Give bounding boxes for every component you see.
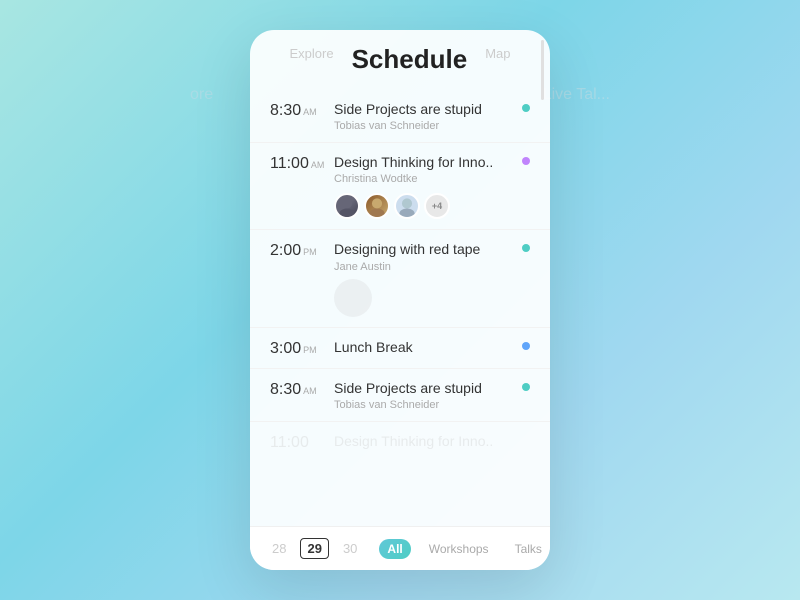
time-ampm: AM bbox=[303, 386, 317, 396]
swipe-affordance bbox=[334, 279, 372, 317]
schedule-item[interactable]: 8:30AM Side Projects are stupid Tobias v… bbox=[250, 369, 550, 422]
date-tab-30[interactable]: 30 bbox=[337, 539, 363, 558]
time-hour: 2:00 bbox=[270, 242, 301, 259]
time-hour: 11:00 bbox=[270, 155, 309, 172]
nav-map[interactable]: Map bbox=[485, 46, 510, 72]
content-col: Side Projects are stupid Tobias van Schn… bbox=[330, 100, 522, 132]
event-speaker: Tobias van Schneider bbox=[334, 399, 522, 411]
date-tab-29[interactable]: 29 bbox=[300, 538, 328, 559]
avatar-count[interactable]: +4 bbox=[424, 193, 450, 219]
event-title: Side Projects are stupid bbox=[334, 379, 522, 397]
event-title: Design Thinking for Inno.. bbox=[334, 153, 522, 171]
time-col: 3:00PM bbox=[270, 338, 330, 358]
time-col: 8:30AM bbox=[270, 100, 330, 120]
time-col: 2:00PM bbox=[270, 240, 330, 260]
filter-workshops[interactable]: Workshops bbox=[421, 539, 497, 559]
time-hour: 8:30 bbox=[270, 102, 301, 119]
filter-all[interactable]: All bbox=[379, 539, 410, 559]
content-col: Design Thinking for Inno.. bbox=[330, 432, 530, 450]
status-dot bbox=[522, 157, 530, 165]
date-tab-28[interactable]: 28 bbox=[266, 539, 292, 558]
content-col: Designing with red tape Jane Austin bbox=[330, 240, 522, 316]
nav-schedule[interactable]: Schedule bbox=[352, 46, 468, 72]
schedule-item[interactable]: 11:00 Design Thinking for Inno.. bbox=[250, 422, 550, 462]
event-title: Side Projects are stupid bbox=[334, 100, 522, 118]
avatar-group: +4 bbox=[334, 193, 522, 219]
schedule-item[interactable]: 2:00PM Designing with red tape Jane Aust… bbox=[250, 230, 550, 327]
time-hour: 8:30 bbox=[270, 381, 301, 398]
event-speaker: Jane Austin bbox=[334, 261, 522, 273]
event-speaker: Tobias van Schneider bbox=[334, 120, 522, 132]
time-ampm: AM bbox=[311, 160, 325, 170]
bg-nav-right: Live Tal... bbox=[543, 86, 610, 104]
avatar[interactable] bbox=[394, 193, 420, 219]
schedule-card: Explore Schedule Map 8:30AM Side Project… bbox=[250, 30, 550, 570]
date-tabs: 28 29 30 bbox=[266, 538, 363, 559]
filter-talks[interactable]: Talks bbox=[507, 539, 550, 559]
event-speaker: Christina Wodtke bbox=[334, 173, 522, 185]
event-title: Design Thinking for Inno.. bbox=[334, 432, 530, 450]
schedule-item[interactable]: 8:30AM Side Projects are stupid Tobias v… bbox=[250, 90, 550, 143]
time-col: 11:00AM bbox=[270, 153, 330, 173]
schedule-item[interactable]: 3:00PM Lunch Break bbox=[250, 328, 550, 369]
status-dot bbox=[522, 104, 530, 112]
time-ampm: AM bbox=[303, 107, 317, 117]
content-col: Lunch Break bbox=[330, 338, 522, 356]
bottom-bar: 28 29 30 All Workshops Talks Events bbox=[250, 526, 550, 570]
top-nav: Explore Schedule Map bbox=[250, 30, 550, 80]
time-ampm: PM bbox=[303, 247, 317, 257]
avatar[interactable] bbox=[334, 193, 360, 219]
avatar[interactable] bbox=[364, 193, 390, 219]
nav-explore[interactable]: Explore bbox=[290, 46, 334, 72]
status-dot bbox=[522, 244, 530, 252]
schedule-item[interactable]: 11:00AM Design Thinking for Inno.. Chris… bbox=[250, 143, 550, 230]
time-col: 8:30AM bbox=[270, 379, 330, 399]
status-dot bbox=[522, 383, 530, 391]
time-ampm: PM bbox=[303, 345, 317, 355]
time-hour: 3:00 bbox=[270, 340, 301, 357]
event-title: Lunch Break bbox=[334, 338, 522, 356]
filter-tabs: All Workshops Talks Events bbox=[379, 539, 550, 559]
event-title: Designing with red tape bbox=[334, 240, 522, 258]
status-dot bbox=[522, 342, 530, 350]
bg-nav-left: ore bbox=[190, 86, 213, 104]
content-col: Design Thinking for Inno.. Christina Wod… bbox=[330, 153, 522, 219]
time-col: 11:00 bbox=[270, 432, 330, 452]
time-hour: 11:00 bbox=[270, 434, 309, 451]
schedule-list: 8:30AM Side Projects are stupid Tobias v… bbox=[250, 82, 550, 526]
content-col: Side Projects are stupid Tobias van Schn… bbox=[330, 379, 522, 411]
